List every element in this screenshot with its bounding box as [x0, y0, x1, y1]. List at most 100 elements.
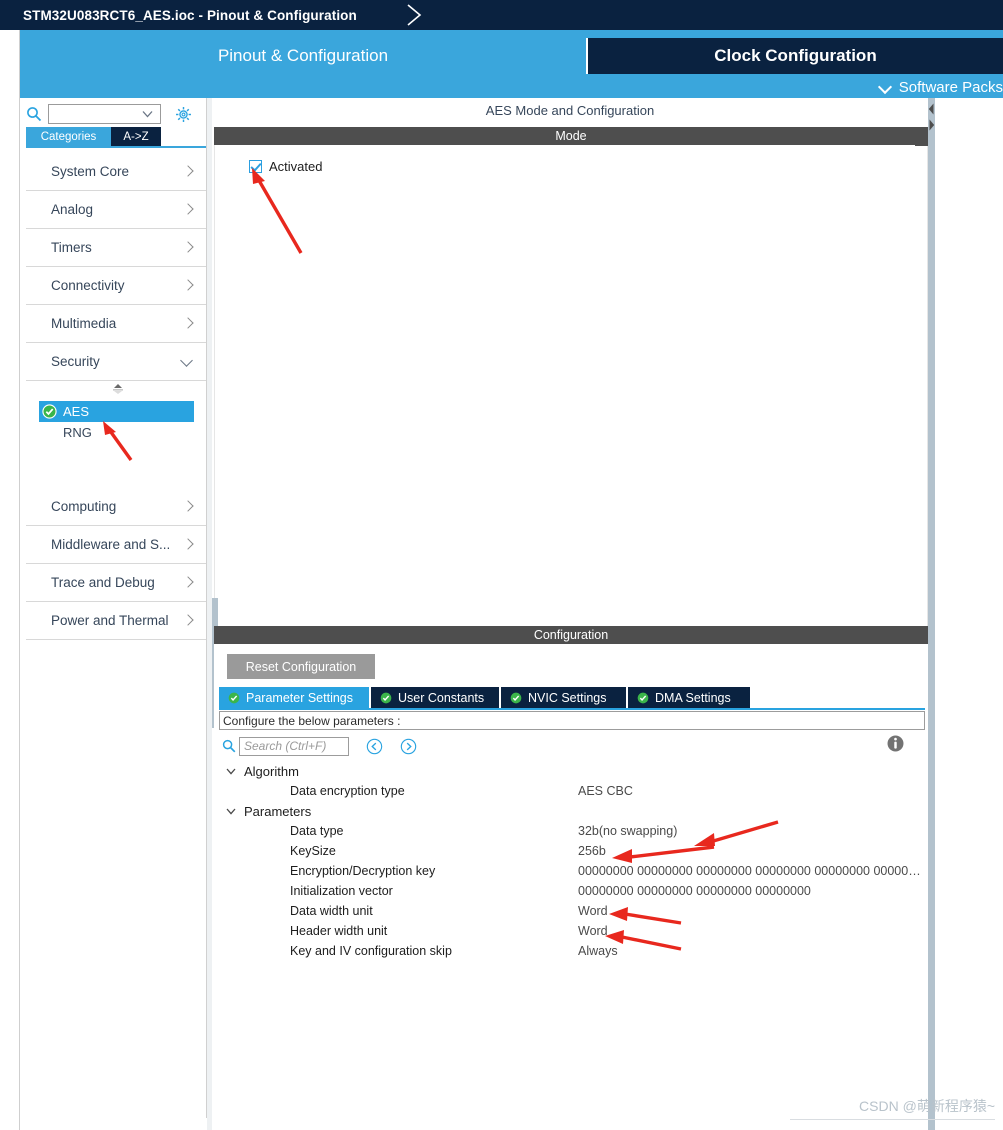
chevron-right-icon [184, 210, 194, 220]
sidebar-item-rng[interactable]: RNG [39, 422, 194, 443]
param-key: Data width unit [290, 904, 373, 918]
tab-categories[interactable]: Categories [26, 127, 111, 146]
collapse-left-arrow-icon[interactable] [928, 102, 935, 116]
category-connectivity[interactable]: Connectivity [26, 267, 206, 305]
tab-dma-settings[interactable]: DMA Settings [628, 687, 752, 708]
param-row-encryption-decryption-key[interactable]: Encryption/Decryption key 00000000 00000… [222, 861, 922, 881]
param-value: Word [578, 904, 608, 918]
tab-label: DMA Settings [655, 690, 731, 705]
security-items-area: AES RNG [26, 381, 206, 488]
configuration-tabs: Parameter Settings User Constants NVIC S… [219, 687, 925, 708]
left-gutter [0, 30, 20, 1130]
peripheral-heading: AES Mode and Configuration [485, 103, 655, 118]
check-circle-icon [510, 692, 522, 703]
tab-label: Parameter Settings [246, 690, 353, 705]
activated-checkbox-row[interactable]: Activated [249, 159, 322, 174]
param-group-algorithm[interactable]: Algorithm [222, 761, 922, 781]
category-power-and-thermal[interactable]: Power and Thermal [26, 602, 206, 640]
category-label: Computing [51, 499, 117, 514]
configure-parameters-note: Configure the below parameters : [219, 711, 925, 730]
param-row-key-and-iv-configuration-skip[interactable]: Key and IV configuration skip Always [222, 941, 922, 961]
category-analog[interactable]: Analog [26, 191, 206, 229]
search-input[interactable] [48, 104, 161, 124]
param-row-data-encryption-type[interactable]: Data encryption type AES CBC [222, 781, 922, 801]
tab-label: NVIC Settings [528, 690, 607, 705]
configuration-section-body: Reset Configuration Parameter Settings U… [214, 644, 928, 1130]
chevron-right-icon [184, 172, 194, 182]
chevron-down-icon [226, 768, 236, 775]
tab-parameter-settings[interactable]: Parameter Settings [219, 687, 371, 708]
tab-clock-configuration[interactable]: Clock Configuration [586, 38, 1003, 74]
chevron-down-icon [879, 80, 893, 94]
breadcrumb-chevron-icon [407, 4, 422, 26]
sidebar-item-aes[interactable]: AES [39, 401, 194, 422]
csdn-watermark: CSDN @萌新程序猿~ [859, 1098, 995, 1114]
chevron-down-icon [142, 111, 153, 118]
category-tabs-underline [26, 146, 206, 148]
gear-icon[interactable] [175, 106, 192, 123]
main-content-panel: AES Mode and Configuration Mode Activate… [212, 98, 928, 1130]
category-timers[interactable]: Timers [26, 229, 206, 267]
param-row-initialization-vector[interactable]: Initialization vector 00000000 00000000 … [222, 881, 922, 901]
param-value: Word [578, 924, 608, 938]
component-search-row [26, 101, 206, 127]
category-view-tabs: Categories A->Z [26, 127, 206, 146]
category-label: Timers [51, 240, 92, 255]
main-tab-strip: Pinout & Configuration Clock Configurati… [20, 30, 1003, 98]
chevron-right-icon [184, 286, 194, 296]
right-panel-splitter[interactable] [928, 98, 935, 1130]
chevron-right-icon [184, 545, 194, 555]
param-value: 256b [578, 844, 606, 858]
parameter-search-input[interactable]: Search (Ctrl+F) [239, 736, 349, 756]
scroll-up-icon[interactable] [111, 383, 125, 395]
search-icon[interactable] [26, 106, 42, 122]
param-row-data-type[interactable]: Data type 32b(no swapping) [222, 821, 922, 841]
param-key: Data encryption type [290, 784, 405, 798]
category-label: Security [51, 354, 100, 369]
param-group-parameters[interactable]: Parameters [222, 801, 922, 821]
category-trace-and-debug[interactable]: Trace and Debug [26, 564, 206, 602]
circle-left-arrow-icon[interactable] [366, 738, 383, 755]
component-category-panel: Categories A->Z System Core Analog Timer… [21, 98, 207, 1118]
watermark-underline [790, 1119, 995, 1120]
software-packs-menu[interactable]: Software Packs [879, 76, 1003, 98]
tab-pinout-configuration[interactable]: Pinout & Configuration [20, 38, 586, 74]
circle-right-arrow-icon[interactable] [400, 738, 417, 755]
chevron-right-icon [184, 324, 194, 334]
param-key: KeySize [290, 844, 336, 858]
param-key: Initialization vector [290, 884, 393, 898]
category-middleware-and-software-packs[interactable]: Middleware and S... [26, 526, 206, 564]
right-empty-area [935, 98, 1003, 1130]
category-label: Analog [51, 202, 94, 217]
check-circle-icon [380, 692, 392, 703]
parameter-search-row: Search (Ctrl+F) [222, 735, 922, 757]
param-row-keysize[interactable]: KeySize 256b [222, 841, 922, 861]
param-key: Data type [290, 824, 344, 838]
chevron-right-icon [184, 507, 194, 517]
param-row-header-width-unit[interactable]: Header width unit Word [222, 921, 922, 941]
expand-right-arrow-icon[interactable] [928, 118, 935, 132]
reset-configuration-button[interactable]: Reset Configuration [227, 654, 375, 679]
chevron-right-icon [184, 248, 194, 258]
info-icon[interactable] [886, 734, 905, 753]
tab-user-constants[interactable]: User Constants [371, 687, 501, 708]
activated-checkbox[interactable] [249, 160, 262, 173]
param-key: Header width unit [290, 924, 388, 938]
category-security[interactable]: Security [26, 343, 206, 381]
tab-nvic-settings[interactable]: NVIC Settings [501, 687, 628, 708]
category-computing[interactable]: Computing [26, 488, 206, 526]
chevron-right-icon [184, 583, 194, 593]
activated-label: Activated [269, 159, 323, 174]
category-multimedia[interactable]: Multimedia [26, 305, 206, 343]
sidebar-item-label: RNG [63, 425, 92, 440]
param-group-label: Parameters [244, 803, 312, 819]
search-icon[interactable] [222, 739, 236, 753]
configuration-tabs-underline [219, 708, 925, 710]
tab-a-to-z[interactable]: A->Z [111, 127, 161, 146]
check-circle-icon [637, 692, 649, 703]
configuration-section-header: Configuration [214, 626, 928, 644]
category-label: Connectivity [51, 278, 125, 293]
category-system-core[interactable]: System Core [26, 153, 206, 191]
param-row-data-width-unit[interactable]: Data width unit Word [222, 901, 922, 921]
tab-label: User Constants [398, 690, 485, 705]
